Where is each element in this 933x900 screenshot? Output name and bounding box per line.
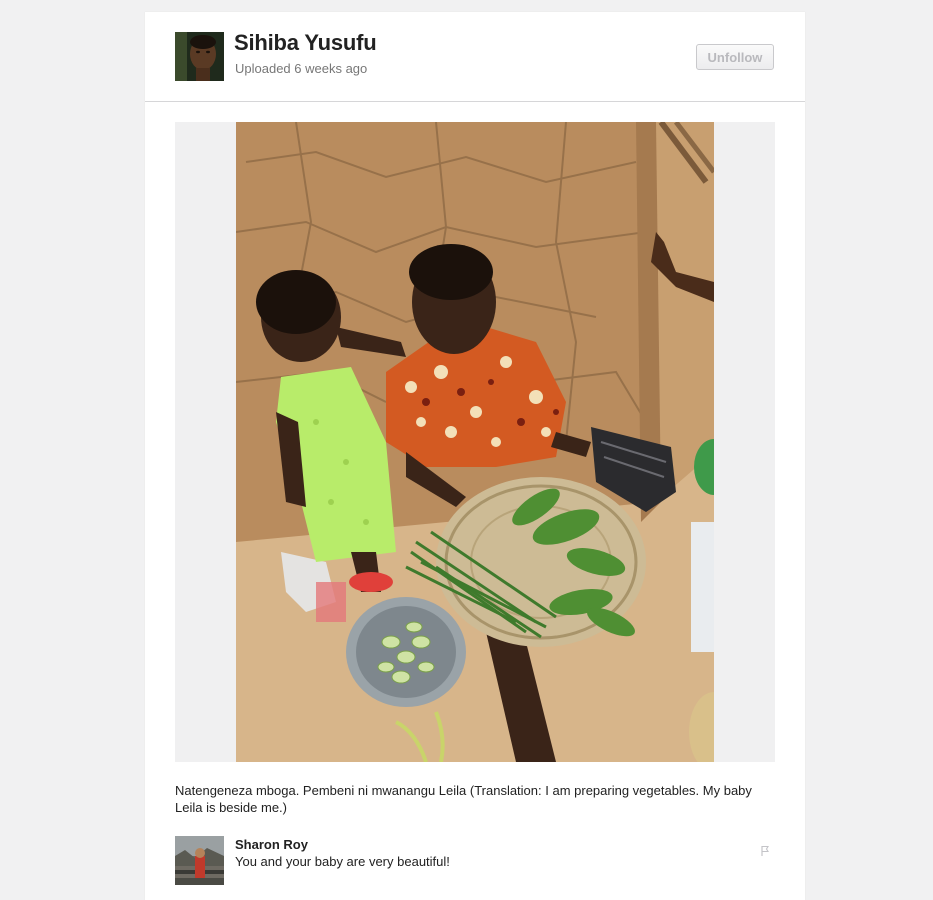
photo-frame	[175, 122, 775, 762]
post-photo[interactable]	[236, 122, 714, 762]
upload-time: Uploaded 6 weeks ago	[235, 61, 368, 76]
post-card: Sihiba Yusufu Uploaded 6 weeks ago Unfol…	[145, 12, 805, 900]
comment-item: Sharon Roy You and your baby are very be…	[175, 836, 775, 888]
commenter-avatar[interactable]	[175, 836, 224, 885]
author-avatar[interactable]	[175, 32, 224, 81]
comment-author[interactable]: Sharon Roy	[235, 837, 308, 852]
comment-text: You and your baby are very beautiful!	[235, 854, 450, 869]
post-caption: Natengeneza mboga. Pembeni ni mwanangu L…	[175, 783, 752, 815]
post-header: Sihiba Yusufu Uploaded 6 weeks ago Unfol…	[145, 12, 805, 102]
flag-icon[interactable]	[759, 844, 771, 856]
author-name[interactable]: Sihiba Yusufu	[234, 30, 377, 56]
unfollow-button[interactable]: Unfollow	[696, 44, 774, 70]
